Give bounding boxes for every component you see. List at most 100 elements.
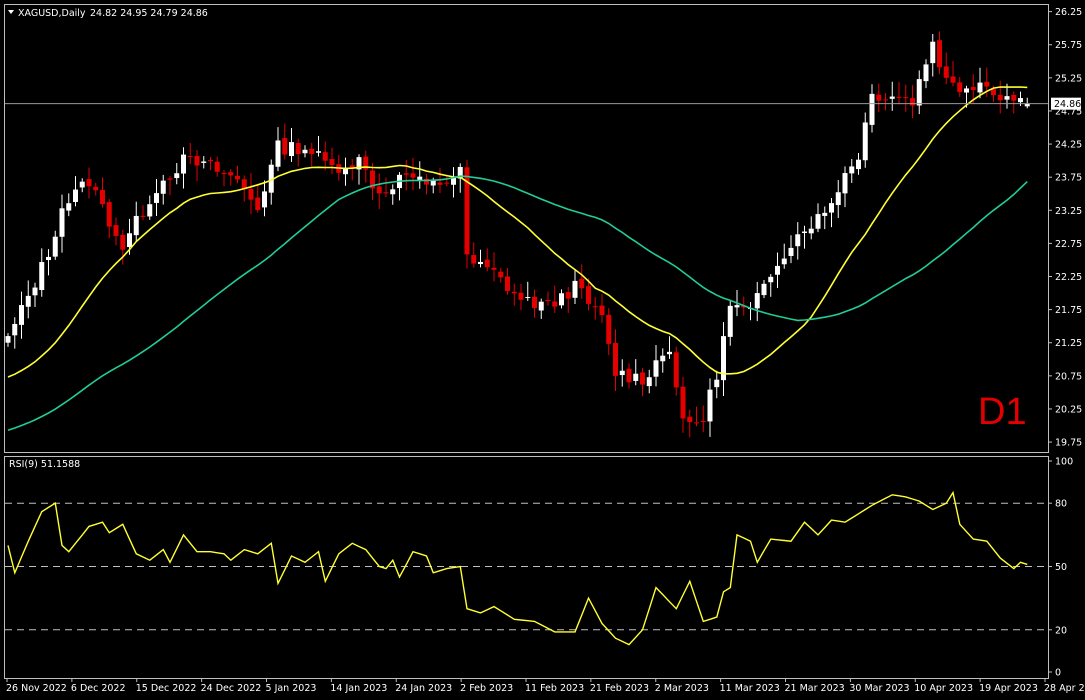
candle-body — [86, 179, 92, 187]
candle-body — [910, 98, 915, 106]
bull-candle — [802, 225, 807, 249]
bull-candle — [822, 206, 828, 230]
candle-body — [295, 143, 301, 155]
candle-body — [829, 203, 834, 213]
bear-candle — [626, 363, 632, 389]
bear-candle — [309, 142, 315, 167]
bull-candle — [39, 248, 45, 297]
bear-candle — [552, 285, 558, 313]
bull-candle — [707, 378, 713, 437]
candle-body — [376, 186, 382, 194]
bear-candle — [349, 159, 355, 181]
bear-candle — [194, 149, 200, 182]
timeframe-label: D1 — [978, 391, 1027, 433]
price-tick-label: 19.75 — [1055, 438, 1082, 449]
bull-candle — [397, 172, 402, 201]
candle-body — [437, 182, 443, 185]
candle-body — [768, 276, 774, 283]
menu-triangle-icon[interactable] — [8, 10, 14, 14]
current-price-label: 24.86 — [1054, 99, 1081, 110]
candle-body — [700, 420, 706, 422]
bull-candle — [59, 194, 65, 253]
bull-candle — [79, 178, 85, 193]
candle-body — [316, 151, 321, 153]
candle-body — [79, 181, 85, 188]
candle-body — [309, 148, 315, 154]
bull-candle — [417, 161, 423, 189]
candle-body — [491, 267, 497, 270]
x-tick-label: 21 Mar 2023 — [785, 683, 845, 694]
candle-body — [761, 283, 767, 296]
candle-body — [282, 138, 288, 155]
candle-body — [545, 300, 551, 302]
candle-body — [390, 189, 396, 195]
candle-body — [19, 305, 24, 325]
rsi-plot-frame — [4, 456, 1049, 679]
candle-body — [815, 214, 821, 229]
bear-candle — [106, 198, 112, 239]
bull-candle — [849, 158, 855, 183]
candle-body — [478, 261, 483, 265]
candle-body — [869, 93, 875, 125]
candle-body — [505, 276, 510, 292]
bull-candle — [619, 359, 625, 387]
x-axis: 26 Nov 2022 6 Dec 2022 15 Dec 2022 24 Dec 2… — [6, 678, 1085, 694]
candle-body — [133, 215, 139, 236]
bear-candle — [403, 160, 409, 191]
bear-candle — [910, 85, 915, 119]
bear-candle — [208, 156, 213, 171]
rsi-title-label: RSI(9) 51.1588 — [9, 459, 80, 470]
bull-candle — [930, 34, 936, 77]
candle-body — [248, 188, 254, 200]
bull-candle — [1024, 97, 1030, 109]
candle-body — [923, 64, 929, 82]
bull-candle — [356, 154, 362, 185]
candle-body — [5, 336, 11, 343]
bull-candle — [478, 249, 483, 268]
bull-candle — [73, 176, 78, 207]
candle-body — [937, 40, 942, 68]
candle-body — [572, 280, 578, 298]
candle-body — [289, 142, 294, 157]
bull-candle — [52, 230, 58, 260]
candle-body — [586, 286, 591, 304]
price-tick-label: 20.25 — [1055, 404, 1082, 415]
bear-candle — [140, 205, 146, 221]
price-tick-label: 26.25 — [1055, 7, 1082, 18]
price-tick-label: 25.75 — [1055, 40, 1082, 51]
candle-body — [410, 173, 416, 178]
bull-candle — [201, 156, 207, 169]
bull-candle — [12, 317, 18, 349]
bull-candle — [775, 252, 780, 288]
x-tick-label: 2 Feb 2023 — [460, 683, 513, 694]
x-tick-label: 11 Feb 2023 — [525, 683, 584, 694]
bear-candle — [295, 138, 301, 167]
bear-candle — [700, 405, 706, 433]
bull-candle — [829, 198, 834, 228]
bear-candle — [167, 175, 173, 196]
candle-body — [383, 192, 389, 194]
candle-body — [727, 305, 733, 337]
candle-body — [498, 271, 504, 278]
bull-candle — [768, 274, 774, 297]
rsi-line — [7, 490, 1028, 646]
bear-candle — [896, 81, 902, 105]
candle-body — [842, 173, 848, 194]
candle-body — [849, 166, 855, 174]
candle-body — [329, 159, 335, 165]
candle-body — [140, 215, 146, 217]
candle-body — [221, 173, 227, 175]
candle-body — [707, 389, 713, 422]
candle-body — [667, 351, 672, 355]
candle-body — [1018, 98, 1023, 103]
candle-body — [781, 258, 787, 265]
bull-candle — [835, 180, 841, 218]
bull-candle — [316, 135, 321, 157]
bear-candle — [282, 123, 288, 160]
price-tick-label: 20.75 — [1055, 371, 1082, 382]
bull-candle — [451, 167, 456, 198]
candle-body — [984, 81, 990, 87]
candle-body — [775, 265, 780, 275]
bear-candle — [545, 291, 551, 306]
candle-body — [579, 278, 585, 289]
